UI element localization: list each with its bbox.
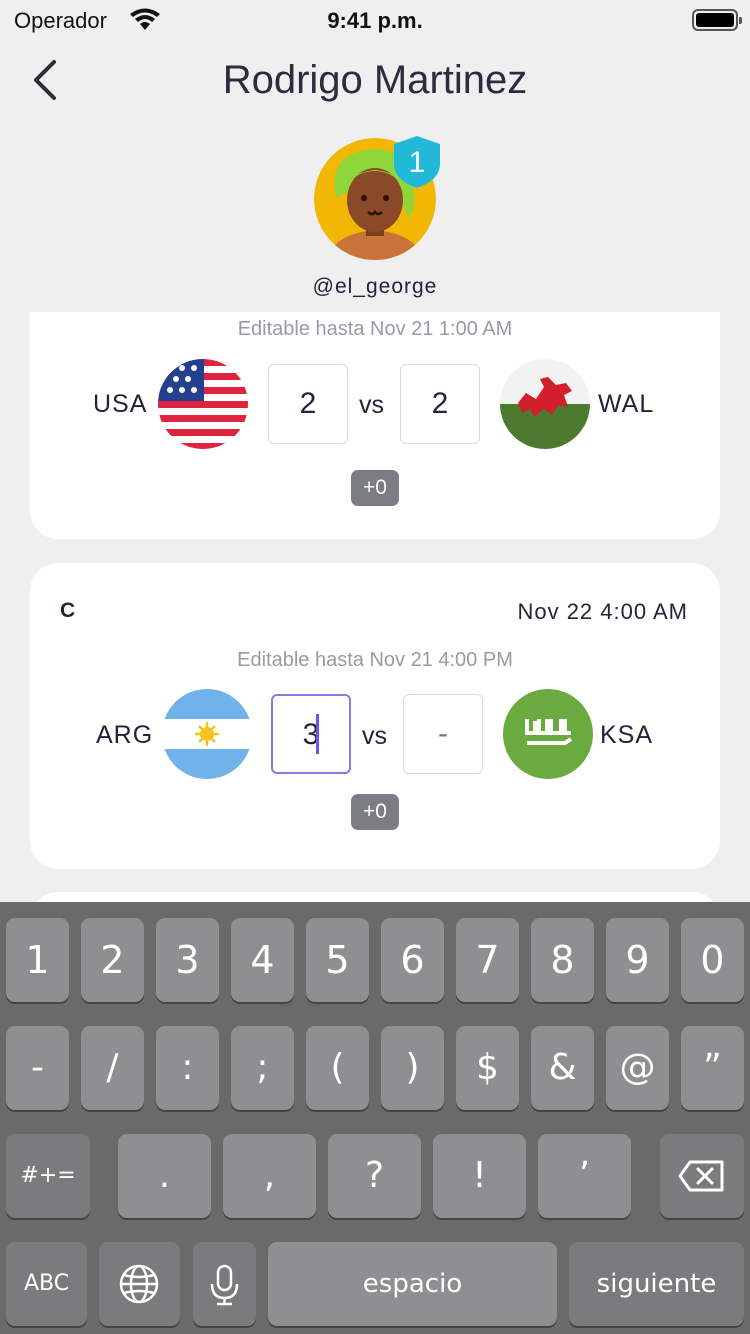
key-close-paren[interactable]: ) (381, 1026, 444, 1110)
key-3[interactable]: 3 (156, 918, 219, 1002)
username: @el_george (312, 275, 438, 298)
backspace-icon (678, 1160, 724, 1192)
key-abc[interactable]: ABC (6, 1242, 87, 1326)
key-2[interactable]: 2 (81, 918, 144, 1002)
key-apostrophe[interactable]: ’ (538, 1134, 631, 1218)
globe-key[interactable] (99, 1242, 180, 1326)
saudi-flag-icon (503, 689, 593, 779)
match-date: Nov 22 4:00 AM (517, 599, 688, 624)
key-7[interactable]: 7 (456, 918, 519, 1002)
key-more-symbols[interactable]: #+= (6, 1134, 90, 1218)
home-score-input[interactable]: 2 (268, 364, 348, 444)
rank-number: 1 (409, 146, 426, 179)
key-1[interactable]: 1 (6, 918, 69, 1002)
group-label: C (60, 599, 76, 622)
home-team-code: ARG (96, 721, 154, 749)
match-card: Editable hasta Nov 21 1:00 AM USA 2 vs 2 (30, 312, 720, 539)
key-open-paren[interactable]: ( (306, 1026, 369, 1110)
home-score-input[interactable]: 3 (271, 694, 351, 774)
editable-until-text: Editable hasta Nov 21 4:00 PM (237, 649, 513, 671)
away-team-code: WAL (598, 390, 655, 418)
key-5[interactable]: 5 (306, 918, 369, 1002)
wales-flag-icon (500, 359, 590, 449)
away-team-code: KSA (600, 721, 654, 749)
page-title: Rodrigo Martinez (222, 58, 528, 102)
key-comma[interactable]: , (223, 1134, 316, 1218)
space-key[interactable]: espacio (268, 1242, 557, 1326)
delete-key[interactable] (660, 1134, 744, 1218)
text-cursor (316, 714, 319, 754)
editable-until-text: Editable hasta Nov 21 1:00 AM (237, 318, 513, 340)
key-period[interactable]: . (118, 1134, 211, 1218)
microphone-icon (210, 1264, 239, 1306)
microphone-key[interactable] (193, 1242, 256, 1326)
key-colon[interactable]: : (156, 1026, 219, 1110)
next-key[interactable]: siguiente (569, 1242, 744, 1326)
key-exclamation[interactable]: ! (433, 1134, 526, 1218)
points-badge: +0 (351, 470, 399, 506)
vs-label: vs (362, 722, 387, 750)
key-ampersand[interactable]: & (531, 1026, 594, 1110)
key-0[interactable]: 0 (681, 918, 744, 1002)
match-card: C Nov 22 4:00 AM Editable hasta Nov 21 4… (30, 563, 720, 869)
key-at[interactable]: @ (606, 1026, 669, 1110)
points-badge: +0 (351, 794, 399, 830)
home-team-code: USA (93, 390, 148, 418)
vs-label: vs (359, 391, 384, 419)
key-4[interactable]: 4 (231, 918, 294, 1002)
numeric-keyboard: 1 2 3 4 5 6 7 8 9 0 - / : ; ( ) $ & @ ” … (0, 902, 750, 1334)
battery-icon (692, 9, 742, 31)
away-score-input[interactable]: 2 (400, 364, 480, 444)
globe-icon (119, 1264, 159, 1304)
away-score-input[interactable]: - (403, 694, 483, 774)
key-quote[interactable]: ” (681, 1026, 744, 1110)
key-6[interactable]: 6 (381, 918, 444, 1002)
key-9[interactable]: 9 (606, 918, 669, 1002)
key-hyphen[interactable]: - (6, 1026, 69, 1110)
key-question[interactable]: ? (328, 1134, 421, 1218)
key-slash[interactable]: / (81, 1026, 144, 1110)
clock: 9:41 p.m. (327, 8, 423, 33)
usa-flag-icon (158, 359, 248, 449)
key-dollar[interactable]: $ (456, 1026, 519, 1110)
argentina-flag-icon (162, 689, 252, 779)
key-semicolon[interactable]: ; (231, 1026, 294, 1110)
key-8[interactable]: 8 (531, 918, 594, 1002)
rank-badge-icon: 1 (394, 136, 440, 188)
status-bar: Operador 9:41 p.m. (0, 0, 750, 40)
